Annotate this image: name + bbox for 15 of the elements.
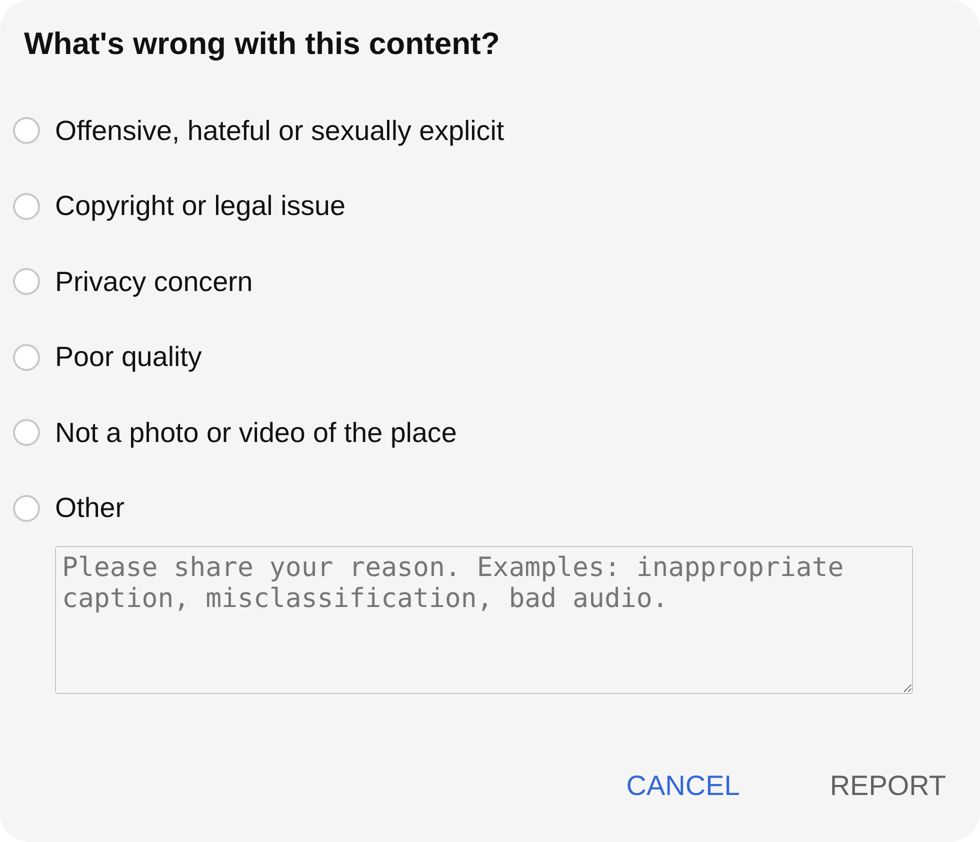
radio-button[interactable] — [13, 268, 40, 296]
radio-button[interactable] — [13, 494, 40, 522]
dialog-title: What's wrong with this content? — [24, 26, 500, 62]
option-label[interactable]: Privacy concern — [55, 264, 253, 299]
cancel-button[interactable]: CANCEL — [610, 762, 756, 810]
radio-button[interactable] — [13, 419, 40, 446]
radio-button[interactable] — [13, 344, 40, 371]
radio-button[interactable] — [13, 192, 40, 220]
option-label[interactable]: Offensive, hateful or sexually explicit — [55, 114, 504, 148]
option-label[interactable]: Other — [55, 491, 125, 526]
reason-field[interactable]: Please share your reason. Examples: inappropriate caption, misclassification, bad audio. — [55, 546, 913, 694]
option-label[interactable]: Copyright or legal issue — [55, 189, 346, 224]
option-label[interactable]: Poor quality — [55, 340, 202, 374]
radio-button[interactable] — [13, 117, 40, 144]
option-label[interactable]: Not a photo or video of the place — [55, 416, 457, 450]
